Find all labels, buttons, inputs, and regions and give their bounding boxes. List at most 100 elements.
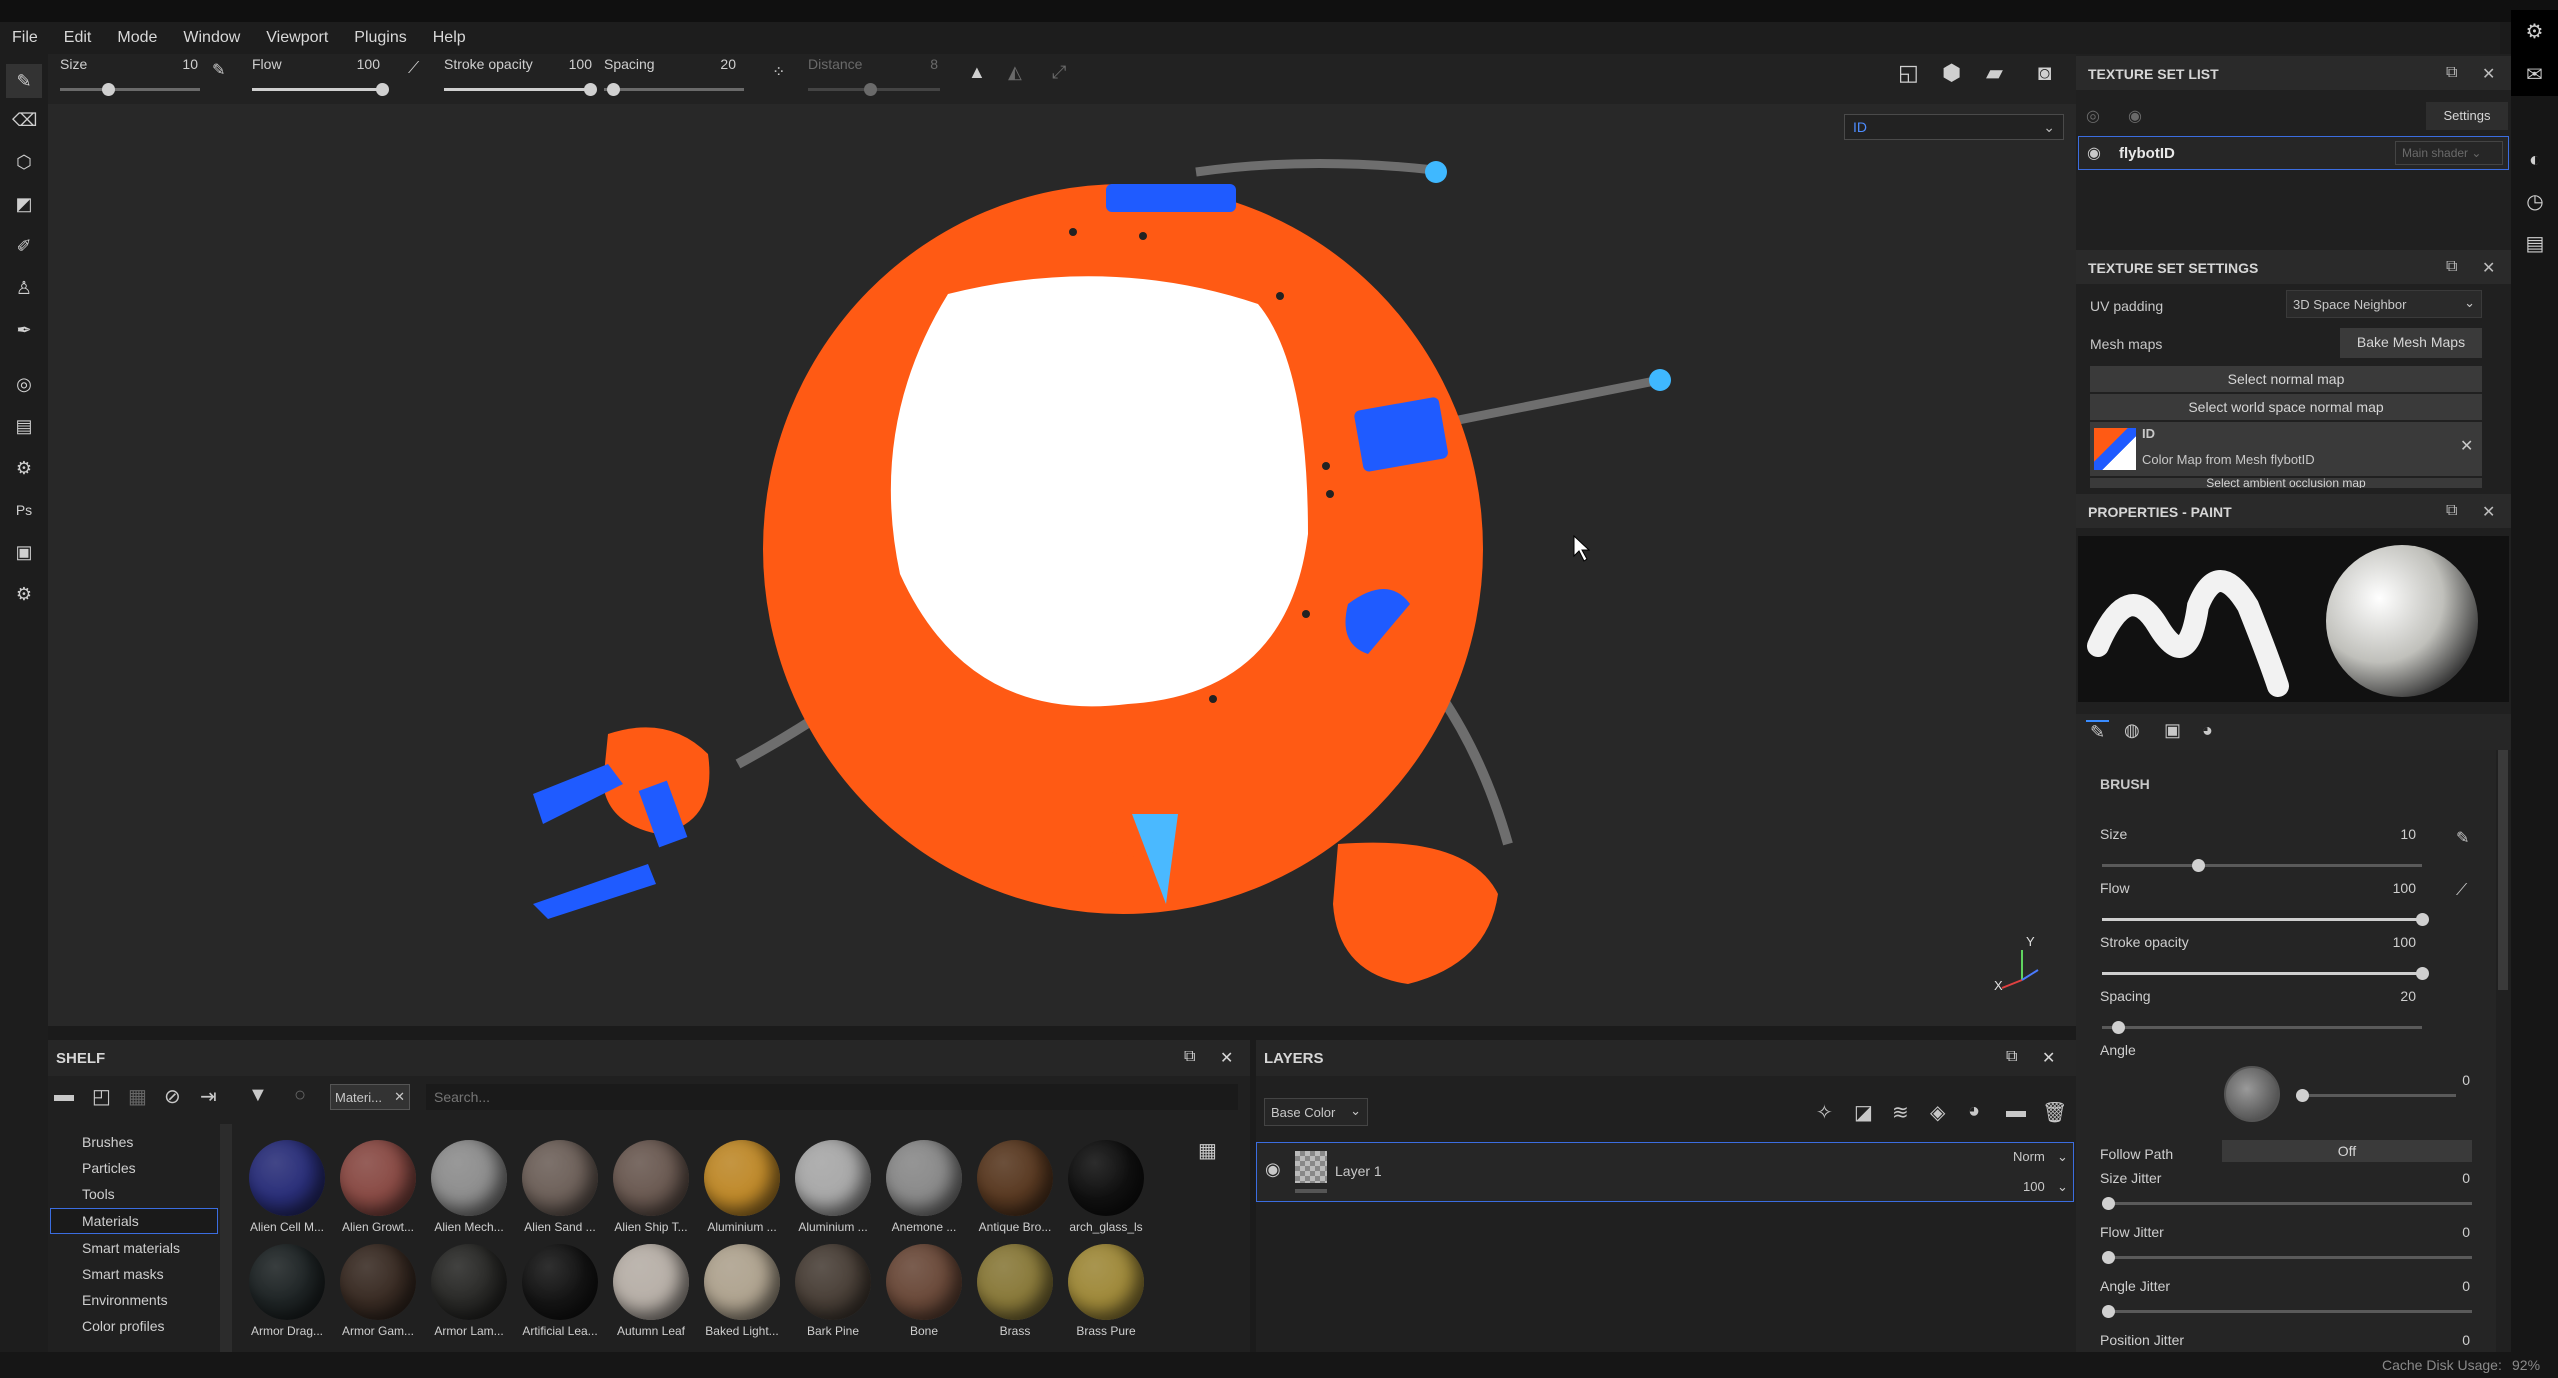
shader-select[interactable]: Main shader ⌄ bbox=[2395, 141, 2503, 165]
properties-scrollbar[interactable] bbox=[2498, 750, 2508, 990]
tab-stencil-icon[interactable]: ▣ bbox=[2164, 720, 2181, 741]
eye-icon[interactable]: ◉ bbox=[2128, 106, 2142, 126]
flow-pressure-icon[interactable]: ⟋ bbox=[2456, 882, 2467, 900]
brush-pressure-icon[interactable]: ✎ bbox=[212, 60, 225, 80]
material-item[interactable]: Aluminium ... bbox=[697, 1140, 787, 1234]
toolbar-size-slider[interactable] bbox=[60, 83, 200, 96]
undock-icon[interactable]: ⧉ bbox=[2446, 258, 2457, 276]
tab-material-icon[interactable]: ◕ bbox=[2202, 720, 2213, 741]
material-icon[interactable]: ▤ bbox=[12, 414, 36, 438]
settings-icon[interactable]: ⚙ bbox=[12, 582, 36, 606]
tab-brush-icon[interactable]: ✎ bbox=[2086, 720, 2110, 743]
flow-pressure-icon[interactable]: ⟋ bbox=[408, 60, 419, 78]
3d-viewport[interactable]: Y X bbox=[48, 104, 2076, 1026]
add-generator-icon[interactable]: ◕ bbox=[1968, 1100, 1980, 1123]
polygon-fill-icon[interactable]: ◩ bbox=[12, 192, 36, 216]
smudge-icon[interactable]: ✐ bbox=[12, 234, 36, 258]
material-item[interactable]: Aluminium ... bbox=[788, 1140, 878, 1234]
bake-icon[interactable]: ◎ bbox=[12, 372, 36, 396]
import-icon[interactable]: ⇥ bbox=[200, 1084, 217, 1109]
brush-flow-value[interactable]: 100 bbox=[2356, 880, 2416, 896]
uv-padding-select[interactable]: 3D Space Neighbor ⌄ bbox=[2286, 290, 2482, 318]
delete-layer-icon[interactable]: 🗑 bbox=[2042, 1100, 2067, 1125]
close-icon[interactable]: ✕ bbox=[2482, 258, 2495, 278]
toolbar-flow-value[interactable]: 100 bbox=[320, 56, 380, 72]
feedback-icon[interactable]: ✉ bbox=[2511, 54, 2558, 96]
brush-spacing-slider[interactable] bbox=[2102, 1021, 2422, 1034]
brush-angle-slider[interactable] bbox=[2296, 1089, 2456, 1102]
grid-view-icon[interactable]: ▦ bbox=[1198, 1138, 1217, 1163]
angle-dial[interactable] bbox=[2224, 1066, 2280, 1122]
toolbar-stroke-opacity-slider[interactable] bbox=[444, 83, 597, 96]
size-jitter-value[interactable]: 0 bbox=[2410, 1170, 2470, 1186]
texture-set-settings-button[interactable]: Settings bbox=[2426, 102, 2508, 130]
flow-jitter-slider[interactable] bbox=[2102, 1251, 2472, 1264]
photoshop-export-icon[interactable]: Ps bbox=[12, 498, 36, 522]
geometry-mask-icon[interactable]: ⚙ bbox=[12, 456, 36, 480]
material-item[interactable]: Armor Gam... bbox=[333, 1244, 423, 1338]
screenshot-icon[interactable]: ◙ bbox=[2038, 60, 2051, 86]
material-item[interactable]: Bark Pine bbox=[788, 1244, 878, 1338]
eye-icon[interactable]: ◉ bbox=[1265, 1159, 1281, 1180]
brush-angle-value[interactable]: 0 bbox=[2410, 1072, 2470, 1088]
add-mask-icon[interactable]: ◪ bbox=[1854, 1100, 1873, 1125]
material-item[interactable]: Alien Growt... bbox=[333, 1140, 423, 1234]
toolbar-stroke-opacity-value[interactable]: 100 bbox=[532, 56, 592, 72]
close-icon[interactable]: ✕ bbox=[2042, 1048, 2055, 1068]
menu-plugins[interactable]: Plugins bbox=[354, 29, 406, 47]
material-item[interactable]: arch_glass_ls bbox=[1061, 1140, 1151, 1234]
material-item[interactable]: Baked Light... bbox=[697, 1244, 787, 1338]
new-folder-icon[interactable]: ◰ bbox=[92, 1084, 111, 1109]
category-smart-materials[interactable]: Smart materials bbox=[82, 1240, 180, 1256]
menu-help[interactable]: Help bbox=[433, 29, 466, 47]
symmetry-icon[interactable]: ▲ bbox=[968, 62, 986, 83]
angle-jitter-slider[interactable] bbox=[2102, 1305, 2472, 1318]
clone-stamp-icon[interactable]: ♙ bbox=[12, 276, 36, 300]
projection-icon[interactable]: ⬡ bbox=[12, 150, 36, 174]
menu-mode[interactable]: Mode bbox=[117, 29, 157, 47]
close-icon[interactable]: ✕ bbox=[2460, 436, 2473, 456]
undock-icon[interactable]: ⧉ bbox=[2006, 1048, 2017, 1066]
menu-window[interactable]: Window bbox=[183, 29, 240, 47]
filter-icon[interactable]: ▼ bbox=[248, 1084, 268, 1107]
hide-icon[interactable]: ⊘ bbox=[164, 1084, 181, 1109]
category-brushes[interactable]: Brushes bbox=[82, 1134, 133, 1150]
select-world-normal-button[interactable]: Select world space normal map bbox=[2090, 394, 2482, 420]
add-layer-icon[interactable]: ≋ bbox=[1892, 1100, 1909, 1125]
material-item[interactable]: Brass Pure bbox=[1061, 1244, 1151, 1338]
layer-opacity[interactable]: 100 bbox=[2023, 1179, 2045, 1194]
viewport-frame-icon[interactable]: ◱ bbox=[1898, 60, 1919, 86]
material-item[interactable]: Anemone ... bbox=[879, 1140, 969, 1234]
brush-spacing-value[interactable]: 20 bbox=[2356, 988, 2416, 1004]
toolbar-spacing-value[interactable]: 20 bbox=[676, 56, 736, 72]
brush-flow-slider[interactable] bbox=[2102, 913, 2429, 926]
material-item[interactable]: Armor Lam... bbox=[424, 1244, 514, 1338]
angle-jitter-value[interactable]: 0 bbox=[2410, 1278, 2470, 1294]
category-scrollbar[interactable] bbox=[220, 1124, 232, 1352]
bake-mesh-maps-button[interactable]: Bake Mesh Maps bbox=[2340, 328, 2482, 358]
toolbar-size-value[interactable]: 10 bbox=[138, 56, 198, 72]
layer-name[interactable]: Layer 1 bbox=[1335, 1163, 1382, 1179]
visibility-toggle-icon[interactable]: ◎ bbox=[2086, 106, 2100, 126]
category-tools[interactable]: Tools bbox=[82, 1186, 115, 1202]
flybot-model[interactable] bbox=[48, 104, 2076, 1026]
shelf-search-input[interactable] bbox=[426, 1084, 1238, 1110]
menu-viewport[interactable]: Viewport bbox=[266, 29, 328, 47]
material-item[interactable]: Alien Sand ... bbox=[515, 1140, 605, 1234]
add-folder-icon[interactable]: ▬ bbox=[2006, 1100, 2026, 1123]
filter-tag[interactable]: Materi... ✕ bbox=[330, 1084, 410, 1110]
eye-icon[interactable]: ◉ bbox=[2087, 143, 2101, 163]
transform-icon[interactable]: ⤢ bbox=[1052, 62, 1066, 83]
brush-stroke-opacity-slider[interactable] bbox=[2102, 967, 2429, 980]
gear-icon[interactable]: ⚙ bbox=[2511, 10, 2558, 54]
texture-set-item-flybotid[interactable]: ◉ flybotID Main shader ⌄ bbox=[2078, 136, 2509, 170]
tab-alpha-icon[interactable]: ◍ bbox=[2124, 720, 2140, 741]
eraser-icon[interactable]: ⌫ bbox=[12, 108, 37, 132]
material-item[interactable]: Alien Ship T... bbox=[606, 1140, 696, 1234]
camera-icon[interactable]: ▰ bbox=[1986, 60, 2003, 86]
close-icon[interactable]: ✕ bbox=[1220, 1048, 1233, 1068]
material-item[interactable]: Armor Drag... bbox=[242, 1244, 332, 1338]
category-color-profiles[interactable]: Color profiles bbox=[82, 1318, 164, 1334]
category-particles[interactable]: Particles bbox=[82, 1160, 136, 1176]
archive-icon[interactable]: ▦ bbox=[128, 1084, 147, 1109]
